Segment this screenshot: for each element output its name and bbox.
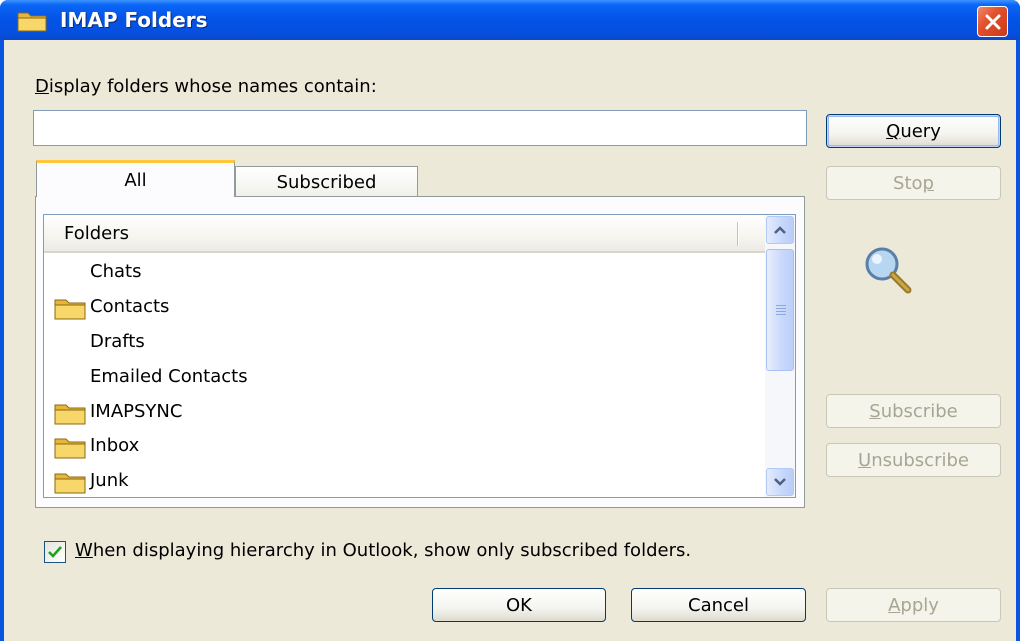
folder-icon [54,299,86,320]
list-item[interactable]: Drafts [44,327,765,361]
folder-list[interactable]: Folders Chats Contacts Drafts Emailed Co… [43,214,796,498]
window-title: IMAP Folders [60,8,208,32]
tab-subscribed-label: Subscribed [276,171,377,193]
list-item[interactable]: Inbox [44,431,765,465]
list-item[interactable]: Emailed Contacts [44,362,765,396]
close-button[interactable] [977,6,1008,37]
tab-all[interactable]: All [36,160,235,197]
folder-filter-input[interactable] [33,110,807,146]
imap-folders-dialog: IMAP Folders Display folders whose names… [0,0,1020,641]
checkmark-icon [48,546,62,558]
tab-all-label: All [124,169,147,191]
close-icon [985,14,1000,29]
magnifier-icon [865,247,912,294]
cancel-button[interactable]: Cancel [631,588,806,622]
subscribed-only-checkbox[interactable] [44,541,66,563]
title-bar[interactable]: IMAP Folders [0,0,1020,40]
unsubscribe-button[interactable]: Unsubscribe [826,443,1001,477]
list-item[interactable]: Chats [44,257,765,291]
stop-button[interactable]: Sto p [826,166,1001,200]
tab-subscribed[interactable]: Subscribed [235,166,418,197]
list-item[interactable]: IMAPSYNC [44,397,765,431]
scroll-thumb[interactable] [766,249,794,371]
filter-label: Display folders whose names contain: [35,76,377,97]
query-button[interactable]: Query [826,114,1001,148]
chevron-down-icon [774,478,786,486]
list-item[interactable]: Junk [44,466,765,497]
subscribed-only-label[interactable]: When displaying hierarchy in Outlook, sh… [75,540,691,561]
folder-icon [54,438,86,459]
column-header-folders[interactable]: Folders [44,215,765,253]
folder-icon [54,404,86,425]
folder-icon [17,12,47,32]
scroll-down-button[interactable] [766,468,794,496]
column-separator[interactable] [737,222,739,246]
folder-name: Inbox [90,435,140,456]
column-header-label: Folders [64,223,130,244]
folder-name: IMAPSYNC [90,401,183,422]
folder-name: Contacts [90,296,170,317]
apply-button[interactable]: Apply [826,588,1001,622]
folder-name: Junk [90,470,129,491]
vertical-scrollbar[interactable] [765,215,795,497]
chevron-up-icon [774,226,786,234]
folder-name: Drafts [90,331,145,352]
folder-name: Chats [90,261,142,282]
folder-icon [54,473,86,494]
list-item[interactable]: Contacts [44,292,765,326]
ok-button[interactable]: OK [432,588,606,622]
subscribe-button[interactable]: Subscribe [826,394,1001,428]
scroll-up-button[interactable] [766,216,794,244]
folder-name: Emailed Contacts [90,366,248,387]
